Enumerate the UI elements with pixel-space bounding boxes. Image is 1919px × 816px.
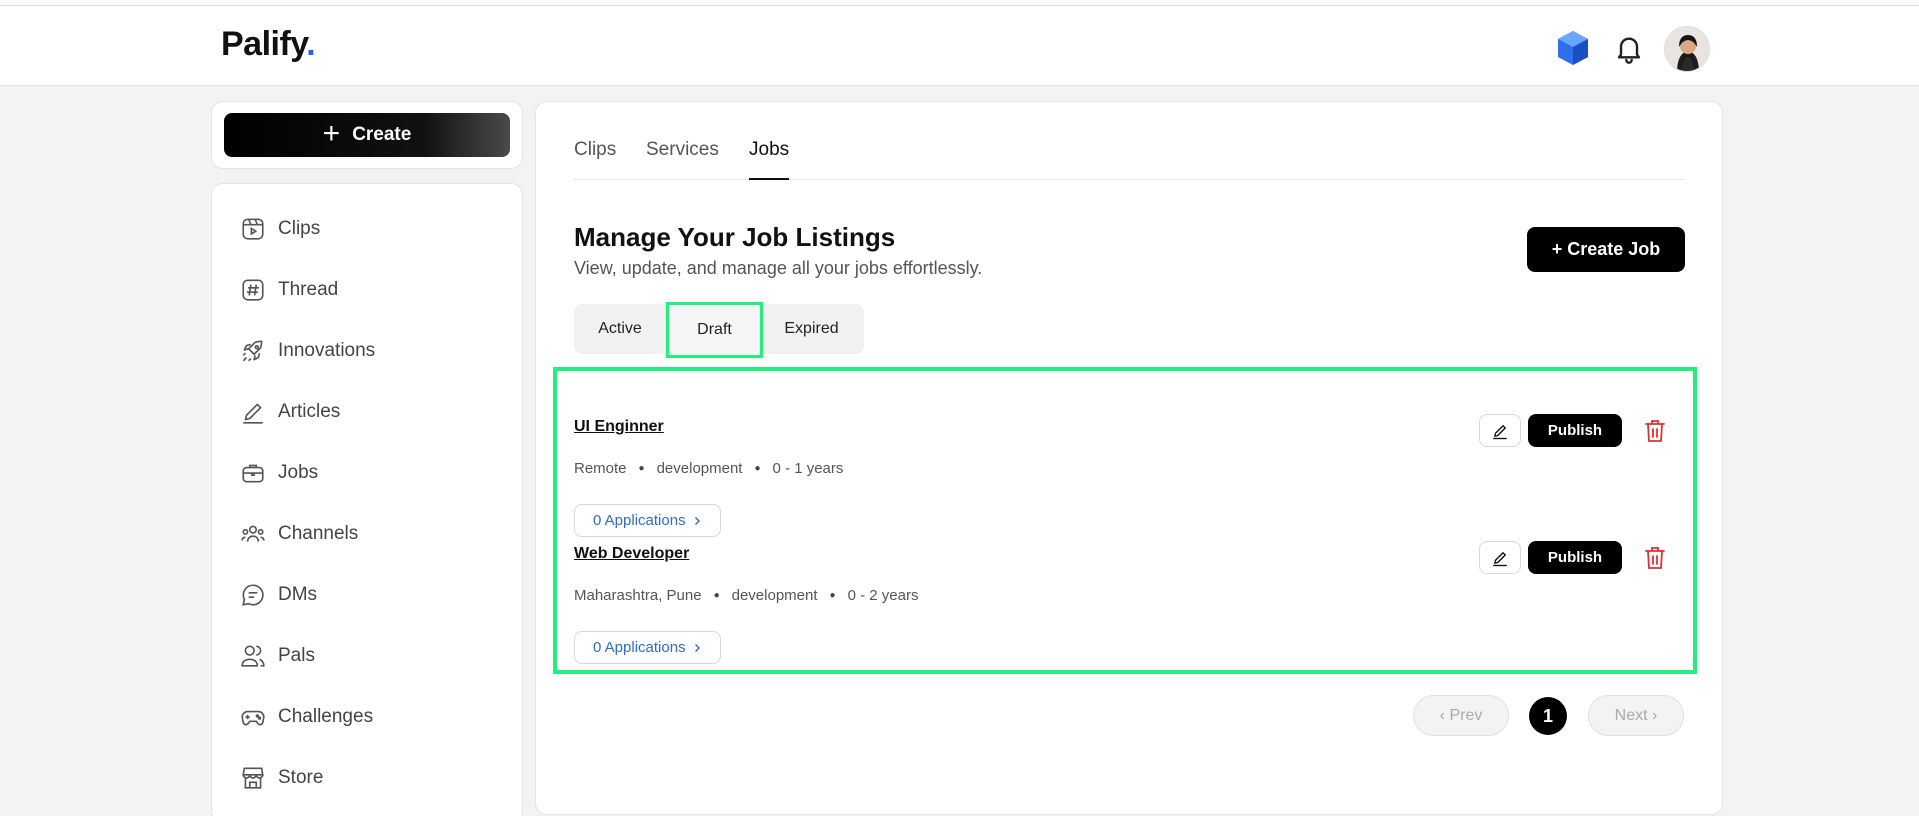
sidebar-item-label: Clips: [278, 218, 321, 239]
briefcase-icon: [242, 464, 264, 483]
delete-button[interactable]: [1642, 545, 1668, 571]
publish-button[interactable]: Publish: [1528, 541, 1622, 574]
pencil-icon: [1493, 551, 1507, 566]
sidebar-item-label: Challenges: [278, 706, 374, 727]
prev-label: Prev: [1449, 706, 1483, 724]
job-title[interactable]: UI Enginner: [574, 418, 664, 436]
gamepad-icon: [241, 710, 265, 726]
clips-icon: [242, 218, 264, 240]
users-icon: [241, 645, 265, 667]
publish-button[interactable]: Publish: [1528, 414, 1622, 447]
sidebar-item-label: Jobs: [278, 462, 319, 483]
create-button[interactable]: + Create: [224, 113, 510, 157]
sidebar-item-channels[interactable]: Channels: [240, 514, 500, 554]
create-button-label: Create: [352, 124, 412, 145]
applications-label: 0 Applications: [593, 639, 686, 656]
rocket-icon: [242, 340, 263, 362]
sidebar-item-label: DMs: [278, 584, 318, 605]
job-list-item: Web Developer Maharashtra, Pune ● develo…: [574, 541, 1694, 664]
pencil-icon: [1493, 424, 1507, 439]
delete-button[interactable]: [1642, 418, 1668, 444]
chat-icon: [242, 584, 264, 606]
tab-jobs[interactable]: Jobs: [749, 136, 790, 180]
prev-page-button[interactable]: ‹ Prev: [1413, 695, 1509, 736]
separator-dot: ●: [638, 463, 645, 474]
store-icon: [242, 767, 264, 789]
sidebar-item-thread[interactable]: Thread: [240, 270, 500, 310]
sidebar-item-pals[interactable]: Pals: [240, 636, 500, 676]
chevron-right-icon: [694, 516, 700, 525]
sidebar-item-articles[interactable]: Articles: [240, 392, 500, 432]
job-category: development: [656, 460, 743, 477]
tab-services[interactable]: Services: [646, 136, 719, 180]
tab-clips[interactable]: Clips: [574, 136, 616, 180]
job-experience: 0 - 2 years: [847, 587, 919, 604]
job-meta: Remote ● development ● 0 - 1 years: [574, 460, 843, 477]
bell-icon[interactable]: [1613, 32, 1645, 64]
palify-logo[interactable]: Palify.: [221, 25, 316, 64]
edit-button[interactable]: [1479, 414, 1521, 447]
status-filter-tabs: Active Draft Expired: [574, 302, 864, 358]
create-panel: + Create: [211, 101, 523, 169]
status-tab-active[interactable]: Active: [574, 304, 666, 354]
pen-icon: [243, 403, 263, 424]
sidebar: Clips Thread Innovations Articles Jobs C…: [211, 183, 523, 816]
content-tabs: Clips Services Jobs: [574, 136, 1684, 180]
chevron-right-icon: ›: [1647, 706, 1658, 724]
job-location: Remote: [574, 460, 627, 477]
sidebar-item-label: Thread: [278, 279, 339, 300]
sidebar-item-label: Pals: [278, 645, 315, 666]
cube-icon[interactable]: [1556, 30, 1590, 66]
sidebar-item-label: Channels: [278, 523, 359, 544]
sidebar-item-innovations[interactable]: Innovations: [240, 331, 500, 371]
create-job-button[interactable]: + Create Job: [1527, 227, 1685, 272]
job-category: development: [731, 587, 818, 604]
applications-button[interactable]: 0 Applications: [574, 504, 721, 537]
sidebar-item-store[interactable]: Store: [240, 758, 500, 798]
chevron-left-icon: ‹: [1439, 706, 1450, 724]
sidebar-item-challenges[interactable]: Challenges: [240, 697, 500, 737]
job-experience: 0 - 1 years: [772, 460, 844, 477]
chevron-right-icon: [694, 643, 700, 652]
top-header: Palify.: [0, 6, 1919, 86]
separator-dot: ●: [829, 590, 836, 601]
edit-button[interactable]: [1479, 541, 1521, 574]
main-panel: Clips Services Jobs Manage Your Job List…: [535, 101, 1723, 815]
status-tab-expired[interactable]: Expired: [763, 304, 860, 354]
page-title: Manage Your Job Listings: [574, 222, 896, 252]
trash-icon: [1645, 547, 1665, 569]
separator-dot: ●: [713, 590, 720, 601]
sidebar-item-jobs[interactable]: Jobs: [240, 453, 500, 493]
plus-icon: +: [322, 116, 341, 150]
separator-dot: ●: [754, 463, 761, 474]
status-tab-draft[interactable]: Draft: [666, 302, 763, 358]
job-list-item: UI Enginner Remote ● development ● 0 - 1…: [574, 414, 1694, 537]
avatar[interactable]: [1664, 26, 1710, 72]
job-meta: Maharashtra, Pune ● development ● 0 - 2 …: [574, 587, 918, 604]
sidebar-item-clips[interactable]: Clips: [240, 209, 500, 249]
sidebar-item-label: Articles: [278, 401, 341, 422]
users-group-icon: [241, 525, 265, 542]
page-subtitle: View, update, and manage all your jobs e…: [574, 258, 983, 278]
hash-icon: [242, 279, 264, 301]
sidebar-item-dms[interactable]: DMs: [240, 575, 500, 615]
sidebar-item-label: Innovations: [278, 340, 376, 361]
applications-label: 0 Applications: [593, 512, 686, 529]
next-page-button[interactable]: Next ›: [1588, 695, 1684, 736]
trash-icon: [1645, 420, 1665, 442]
next-label: Next: [1614, 706, 1648, 724]
applications-button[interactable]: 0 Applications: [574, 631, 721, 664]
job-location: Maharashtra, Pune: [574, 587, 702, 604]
current-page-number[interactable]: 1: [1529, 697, 1567, 735]
job-title[interactable]: Web Developer: [574, 545, 689, 563]
sidebar-item-label: Store: [278, 767, 324, 788]
